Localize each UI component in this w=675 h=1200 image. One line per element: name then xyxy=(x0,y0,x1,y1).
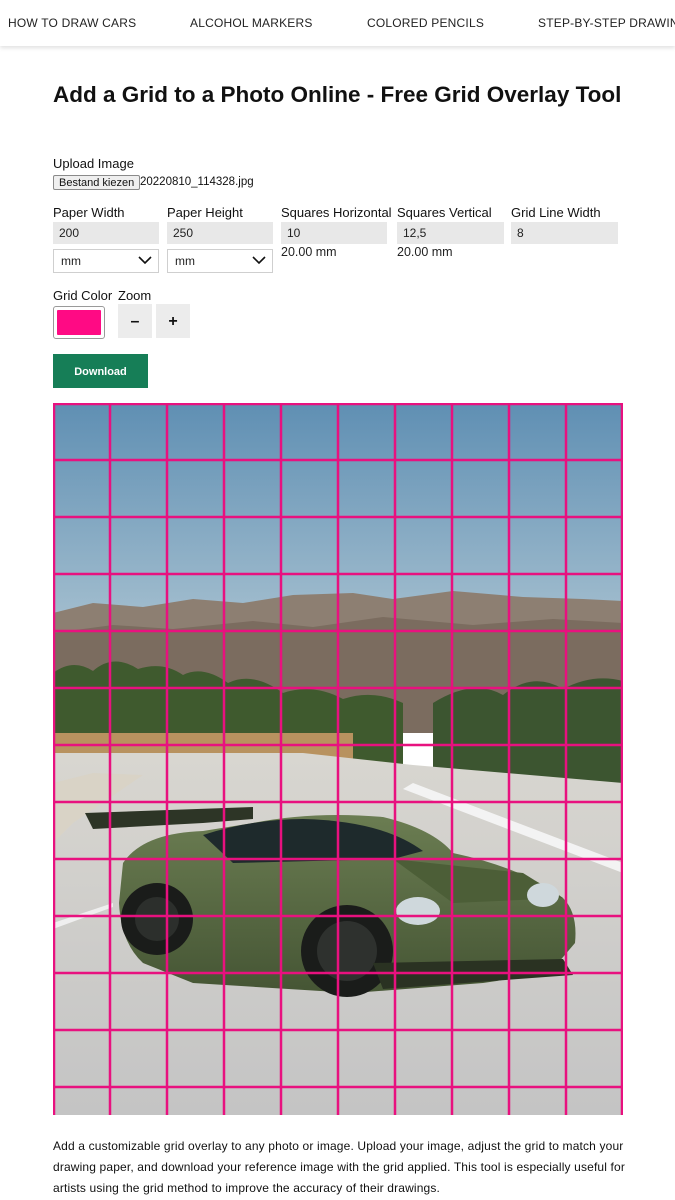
paper-width-label: Paper Width xyxy=(53,205,125,220)
choose-file-button[interactable]: Bestand kiezen xyxy=(53,175,141,190)
nav-link-how-to-draw-cars[interactable]: HOW TO DRAW CARS xyxy=(8,16,136,30)
nav-link-alcohol-markers[interactable]: ALCOHOL MARKERS xyxy=(190,16,313,30)
horizontal-square-size: 20.00 mm xyxy=(281,245,337,259)
top-navigation: HOW TO DRAW CARS ALCOHOL MARKERS COLORED… xyxy=(0,0,675,46)
page-description: Add a customizable grid overlay to any p… xyxy=(53,1139,626,1195)
photo-preview-canvas xyxy=(53,403,623,1115)
squares-vertical-input[interactable]: 12,5 xyxy=(397,222,504,244)
grid-color-picker[interactable] xyxy=(53,306,105,339)
chevron-down-icon xyxy=(138,256,152,265)
paper-width-unit-select[interactable]: mm xyxy=(53,249,159,273)
vertical-square-size: 20.00 mm xyxy=(397,245,453,259)
paper-width-unit-value: mm xyxy=(61,254,81,268)
squares-horizontal-label: Squares Horizontal xyxy=(281,205,392,220)
paper-height-unit-value: mm xyxy=(175,254,195,268)
grid-color-label: Grid Color xyxy=(53,288,113,303)
zoom-out-button[interactable]: – xyxy=(118,304,152,338)
squares-vertical-label: Squares Vertical xyxy=(397,205,492,220)
paper-width-input[interactable]: 200 xyxy=(53,222,159,244)
paper-height-unit-select[interactable]: mm xyxy=(167,249,273,273)
selected-filename: 20220810_114328.jpg xyxy=(140,176,254,188)
squares-horizontal-input[interactable]: 10 xyxy=(281,222,387,244)
paper-height-label: Paper Height xyxy=(167,205,243,220)
nav-link-step-by-step-drawing[interactable]: STEP-BY-STEP DRAWING xyxy=(538,16,675,30)
grid-line-width-label: Grid Line Width xyxy=(511,205,601,220)
zoom-label: Zoom xyxy=(118,288,152,303)
grid-preview-image xyxy=(53,403,623,1115)
zoom-in-button[interactable]: + xyxy=(156,304,190,338)
chevron-down-icon xyxy=(252,256,266,265)
nav-link-colored-pencils[interactable]: COLORED PENCILS xyxy=(367,16,484,30)
grid-color-swatch xyxy=(57,310,101,335)
page-title: Add a Grid to a Photo Online - Free Grid… xyxy=(53,82,622,107)
grid-line-width-input[interactable]: 8 xyxy=(511,222,618,244)
upload-image-label: Upload Image xyxy=(53,156,134,171)
paper-height-input[interactable]: 250 xyxy=(167,222,273,244)
download-image-button[interactable]: Download Image xyxy=(53,354,148,412)
